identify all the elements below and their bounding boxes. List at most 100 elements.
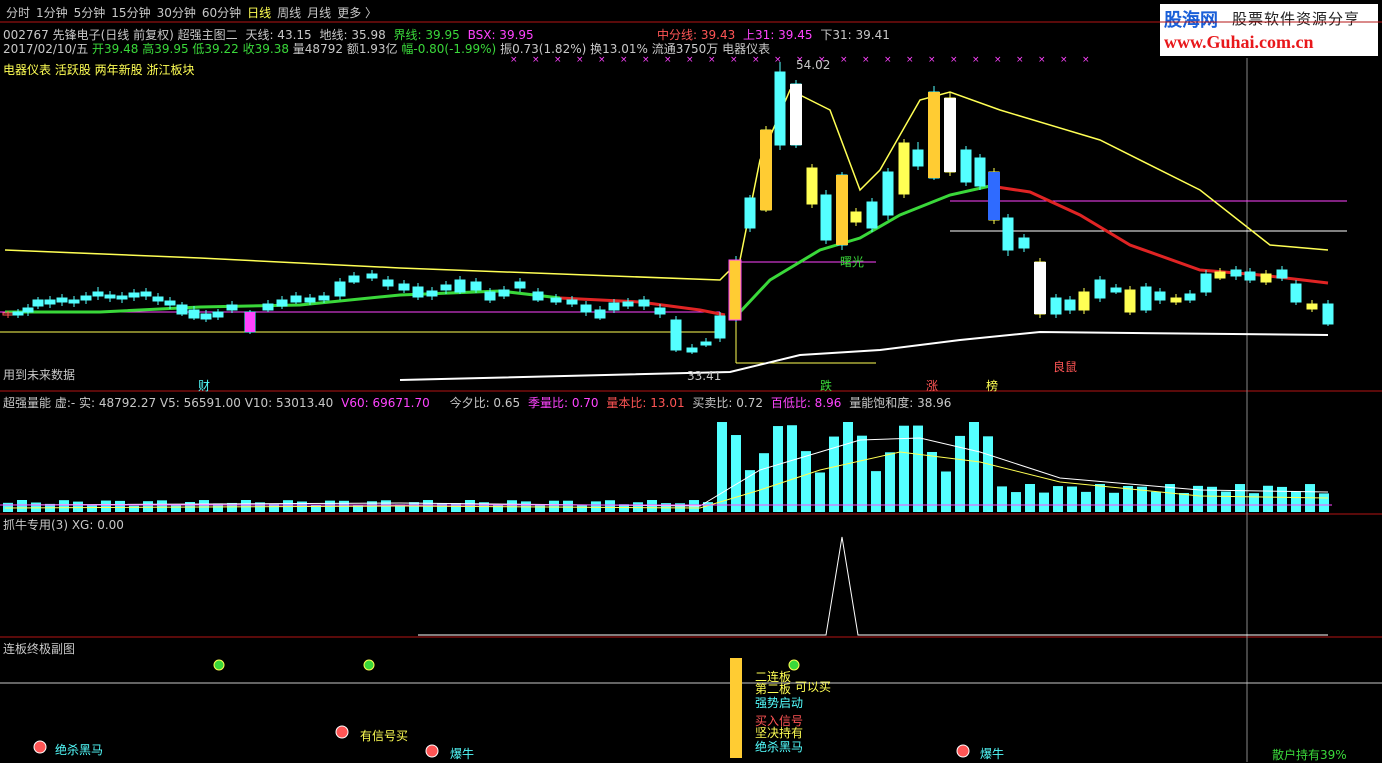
volume-bar [997, 486, 1007, 512]
candle-body [56, 297, 68, 303]
zhang-marker: 涨 [926, 379, 939, 393]
volume-bar [129, 505, 139, 512]
top-cross-mark: × [730, 55, 738, 65]
candle-body [1078, 291, 1090, 311]
volume-bar [115, 500, 125, 512]
candle-body [176, 304, 188, 315]
signal-candle-white-2 [790, 84, 802, 145]
lianban-panel-title: 连板终极副图 [3, 642, 76, 656]
volume-bar [871, 471, 881, 512]
signal-candle-white-3 [1034, 262, 1046, 314]
youxinhao-label: 有信号买 [360, 729, 409, 743]
volume-bar [759, 453, 769, 512]
lianban-icon-1 [363, 659, 375, 671]
volume-bar [1179, 492, 1189, 512]
top-cross-mark: × [752, 55, 760, 65]
volume-bar [1319, 493, 1329, 512]
candle-body [1110, 287, 1122, 293]
candle-body [1276, 269, 1288, 279]
volume-bar [1263, 485, 1273, 512]
volume-bar [773, 426, 783, 512]
volume-panel-header: 超强量能 虚:- 实: 48792.27 V5: 56591.00 V10: 5… [3, 394, 951, 411]
candle-body [898, 142, 910, 195]
candle-body [974, 157, 986, 187]
candle-body [366, 273, 378, 279]
candle-body [850, 211, 862, 223]
candle-body [912, 149, 924, 167]
top-cross-mark: × [642, 55, 650, 65]
volume-bar [577, 505, 587, 512]
top-cross-mark: × [906, 55, 914, 65]
bang-marker: 榜 [986, 379, 999, 393]
signal-candle-blue [988, 172, 1000, 220]
ma-yellow-line [4, 88, 1329, 281]
candle-body [566, 299, 578, 305]
top-cross-mark: × [620, 55, 628, 65]
candle-body [12, 311, 24, 316]
volume-bar [1011, 492, 1021, 512]
candle-body [1230, 269, 1242, 277]
volume-bar [199, 500, 209, 512]
liangshu-label: 良鼠 [1053, 360, 1078, 374]
candle-body [498, 289, 510, 297]
volume-bar [941, 471, 951, 512]
volume-bar [3, 502, 13, 512]
signal-candle-big [728, 259, 742, 321]
top-cross-mark: × [576, 55, 584, 65]
candle-body [1064, 299, 1076, 311]
candle-body [318, 295, 330, 301]
future-data-note: 用到未来数据 [3, 368, 76, 382]
volume-bar [507, 500, 517, 512]
candle-body [1200, 273, 1212, 293]
candle-body [622, 301, 634, 307]
candle-body [638, 299, 650, 307]
kemai-label: 可以买 [795, 680, 832, 694]
zhuaniu-line [418, 536, 1328, 636]
candle-body [484, 291, 496, 301]
signal-candle-white-1 [944, 98, 956, 172]
candle-body [212, 311, 224, 318]
volume-bar [1039, 492, 1049, 512]
zhuaniu-panel-title: 抓牛专用(3) XG: 0.00 [3, 518, 124, 532]
volume-bar [171, 504, 181, 512]
candle-body [1306, 303, 1318, 310]
top-cross-mark: × [598, 55, 606, 65]
candle-body [116, 295, 128, 300]
cai-marker: 财 [198, 379, 211, 393]
candle-body [440, 284, 452, 291]
top-cross-mark: × [708, 55, 716, 65]
volume-bar [101, 500, 111, 512]
candle-body [276, 299, 288, 307]
top-cross-mark: × [532, 55, 540, 65]
top-cross-mark: × [510, 55, 518, 65]
top-cross-mark: × [928, 55, 936, 65]
candle-body [594, 309, 606, 319]
volume-bar [1095, 484, 1105, 512]
volume-bar [73, 501, 83, 512]
jueshao-label-2: 绝杀黑马 [755, 740, 804, 754]
candle-body [1050, 297, 1062, 315]
candle-body [670, 319, 682, 351]
ma-white-line [399, 330, 1329, 381]
candle-body [226, 304, 238, 311]
candle-body [1094, 279, 1106, 299]
qiangshi-label: 强势启动 [755, 696, 804, 710]
candle-body [104, 294, 116, 299]
candle-body [188, 309, 200, 319]
volume-bar [591, 501, 601, 512]
candle-body [700, 341, 712, 346]
volume-bar [1249, 493, 1259, 512]
top-cross-mark: × [664, 55, 672, 65]
volume-bar [549, 500, 559, 512]
candle-body [774, 71, 786, 146]
top-cross-mark: × [1082, 55, 1090, 65]
top-cross-mark: × [862, 55, 870, 65]
signal-ball-1 [335, 725, 349, 739]
candle-body [1154, 291, 1166, 301]
candle-body [1002, 217, 1014, 251]
candle-body [686, 347, 698, 353]
candle-body [1170, 297, 1182, 303]
volume-bar [59, 500, 69, 512]
maimai-ratio: 买卖比: 0.72 [692, 396, 763, 410]
volume-bar [801, 451, 811, 512]
